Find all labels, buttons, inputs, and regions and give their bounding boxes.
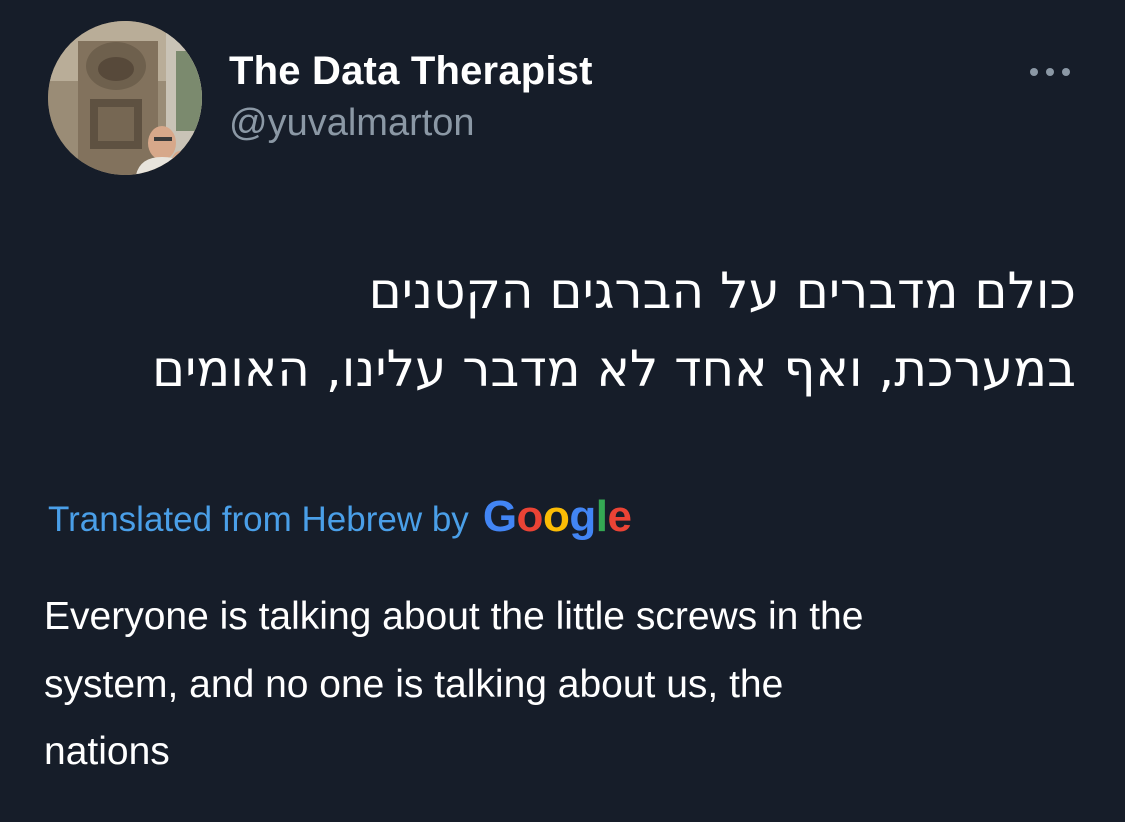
translated-text-line: Everyone is talking about the little scr… [44,595,864,638]
user-handle[interactable]: @yuvalmarton [229,99,593,147]
author-info: The Data Therapist @yuvalmarton [229,47,593,147]
avatar-photo [48,21,202,175]
translated-from-label: Translated from Hebrew by [48,500,469,539]
avatar[interactable] [48,21,202,175]
google-logo: Google [482,492,632,541]
tweet-original-text: כולם מדברים על הברגים הקטנים במערכת, ואף… [40,252,1076,408]
more-horizontal-icon [1028,67,1072,77]
tweet: The Data Therapist @yuvalmarton כולם מדב… [0,0,1125,822]
translated-text-line: nations [44,730,170,773]
tweet-translated-text: Everyone is talking about the little scr… [44,583,1084,786]
display-name[interactable]: The Data Therapist [229,47,593,95]
translated-text-line: system, and no one is talking about us, … [44,662,784,706]
translation-attribution[interactable]: Translated from Hebrew by Google [48,490,632,547]
more-options-button[interactable] [1024,56,1076,88]
original-text-line: במערכת, ואף אחד לא מדבר עלינו, האומים [151,340,1076,398]
original-text-line: כולם מדברים על הברגים הקטנים [368,262,1076,320]
